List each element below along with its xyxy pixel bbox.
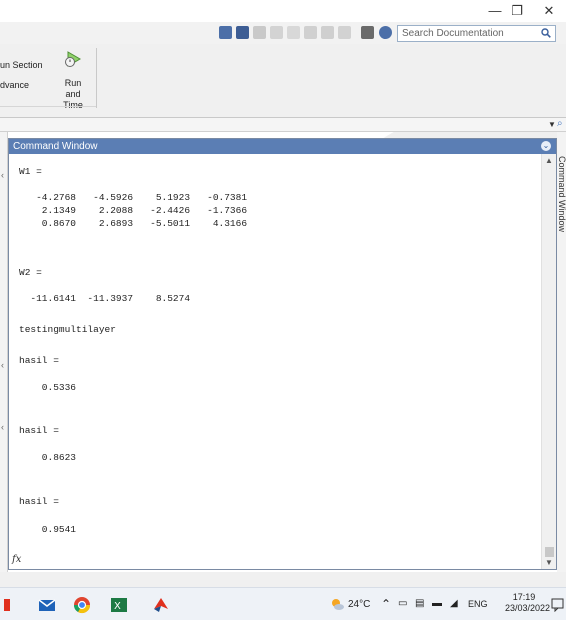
close-button[interactable]: ✕ (536, 2, 562, 20)
notification-icon[interactable] (551, 598, 564, 612)
search-documentation-input[interactable]: Search Documentation (397, 25, 556, 42)
current-folder-panel-collapsed[interactable]: ‹ ‹ ‹ (0, 132, 8, 572)
output-line: hasil = (19, 425, 59, 436)
scroll-up-icon[interactable]: ▲ (545, 156, 553, 165)
network-icon[interactable]: ▭ (398, 598, 407, 609)
language-indicator[interactable]: ENG (468, 599, 488, 609)
panel-chevron-icon: ‹ (1, 360, 4, 370)
run-and-time-icon[interactable] (63, 50, 83, 68)
status-bar (0, 572, 566, 587)
run-and-time-label-1: Run and (64, 78, 82, 99)
editor-ribbon: un Section dvance Run and Time (0, 44, 566, 118)
output-line: hasil = (19, 355, 59, 366)
save-icon[interactable] (236, 26, 249, 39)
new-file-icon[interactable] (219, 26, 232, 39)
side-tab-label: Command Window (557, 156, 566, 233)
command-window-actions-icon[interactable]: ⌄ (541, 141, 551, 151)
output-line: 0.5336 (19, 382, 77, 393)
matlab-icon[interactable] (152, 596, 170, 614)
output-line: W1 = (19, 166, 42, 177)
function-browser-icon[interactable]: fx (12, 554, 21, 565)
layout-icon[interactable] (361, 26, 374, 39)
battery-icon[interactable]: ▬ (432, 598, 442, 609)
svg-text:X: X (114, 601, 121, 612)
command-window-output[interactable]: W1 = -4.2768 -4.5926 5.1923 -0.7381 2.13… (9, 154, 541, 553)
clock-time: 17:19 (512, 592, 536, 602)
mail-icon[interactable] (38, 596, 56, 614)
output-line: hasil = (19, 496, 59, 507)
quick-access-toolbar: Search Documentation (0, 22, 566, 66)
clock-date: 23/03/2022 (505, 603, 551, 613)
switch-windows-icon[interactable] (338, 26, 351, 39)
search-placeholder: Search Documentation (402, 28, 504, 39)
output-line: 2.1349 2.2088 -2.4426 -1.7366 (19, 205, 248, 216)
matlab-desktop: BAND — ❐ ✕ Search Documentation un Secti… (0, 0, 566, 620)
folder-search-icon[interactable]: ⌕ (557, 118, 563, 129)
panel-chevron-icon: ‹ (1, 170, 4, 180)
output-line: -11.6141 -11.3937 8.5274 (19, 293, 191, 304)
command-window-title: Command Window (13, 141, 98, 152)
folder-dropdown-icon[interactable]: ▼ (548, 120, 556, 129)
search-icon[interactable] (541, 28, 551, 38)
current-folder-bar: ▼ ⌕ (0, 118, 566, 132)
ribbon-divider (96, 48, 97, 108)
restore-button[interactable]: ❐ (504, 2, 530, 20)
clock[interactable]: 17:19 23/03/2022 (505, 592, 551, 614)
help-icon[interactable] (379, 26, 392, 39)
output-line: 0.8670 2.6893 -5.5011 4.3166 (19, 218, 248, 229)
cut-icon[interactable] (253, 26, 266, 39)
excel-icon[interactable]: X (110, 596, 128, 614)
undo-icon[interactable] (304, 26, 317, 39)
tray-chevron-icon[interactable]: ⌃ (381, 597, 391, 611)
chrome-icon[interactable] (73, 596, 91, 614)
redo-icon[interactable] (321, 26, 334, 39)
scroll-down-icon[interactable]: ▼ (545, 558, 553, 567)
advance-button[interactable]: dvance (0, 80, 29, 91)
ribbon-section-footer (0, 106, 96, 118)
title-bar: — ❐ ✕ (0, 0, 566, 22)
run-section-button[interactable]: un Section (0, 60, 43, 71)
output-line: W2 = (19, 267, 42, 278)
output-line: 0.9541 (19, 524, 77, 535)
output-line: -4.2768 -4.5926 5.1923 -0.7381 (19, 192, 248, 203)
output-line: testingmultilayer (19, 324, 116, 335)
command-window-side-tab[interactable]: Command Window (557, 132, 566, 572)
meet-icon[interactable]: ▤ (415, 598, 424, 609)
scrollbar-thumb[interactable] (545, 547, 554, 557)
temperature-text[interactable]: 24°C (348, 599, 370, 610)
command-window-header: Command Window ⌄ (9, 139, 556, 154)
command-prompt[interactable]: fx (9, 553, 541, 569)
copy-icon[interactable] (270, 26, 283, 39)
output-line: 0.8623 (19, 452, 77, 463)
taskbar-app-icon[interactable] (3, 596, 11, 614)
weather-icon[interactable] (330, 596, 344, 614)
panel-chevron-icon: ‹ (1, 422, 4, 432)
paste-icon[interactable] (287, 26, 300, 39)
command-window-scrollbar[interactable]: ▲ ▼ (541, 154, 556, 569)
wifi-icon[interactable]: ◢ (450, 598, 458, 609)
windows-taskbar: X 24°C ⌃ ▭ ▤ ▬ ◢ ENG 17:19 23/03/2022 (0, 587, 566, 620)
command-window: Command Window ⌄ W1 = -4.2768 -4.5926 5.… (8, 138, 557, 570)
